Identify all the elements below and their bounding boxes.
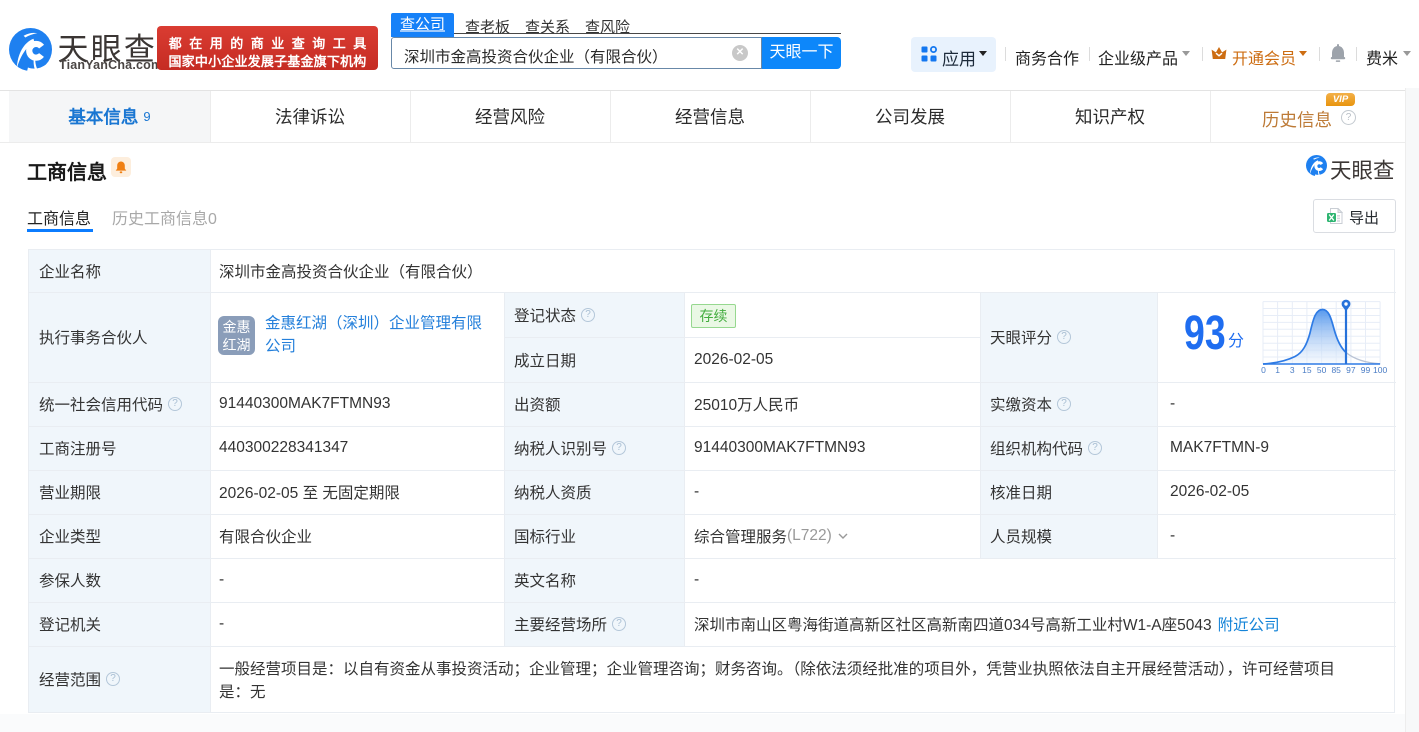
svg-text:99: 99 (1361, 365, 1371, 375)
svg-text:3: 3 (1290, 365, 1295, 375)
svg-text:15: 15 (1302, 365, 1312, 375)
svg-text:85: 85 (1331, 365, 1341, 375)
svg-text:100: 100 (1373, 365, 1387, 375)
svg-text:50: 50 (1317, 365, 1327, 375)
svg-text:1: 1 (1275, 365, 1280, 375)
svg-text:97: 97 (1346, 365, 1356, 375)
svg-text:0: 0 (1261, 365, 1266, 375)
